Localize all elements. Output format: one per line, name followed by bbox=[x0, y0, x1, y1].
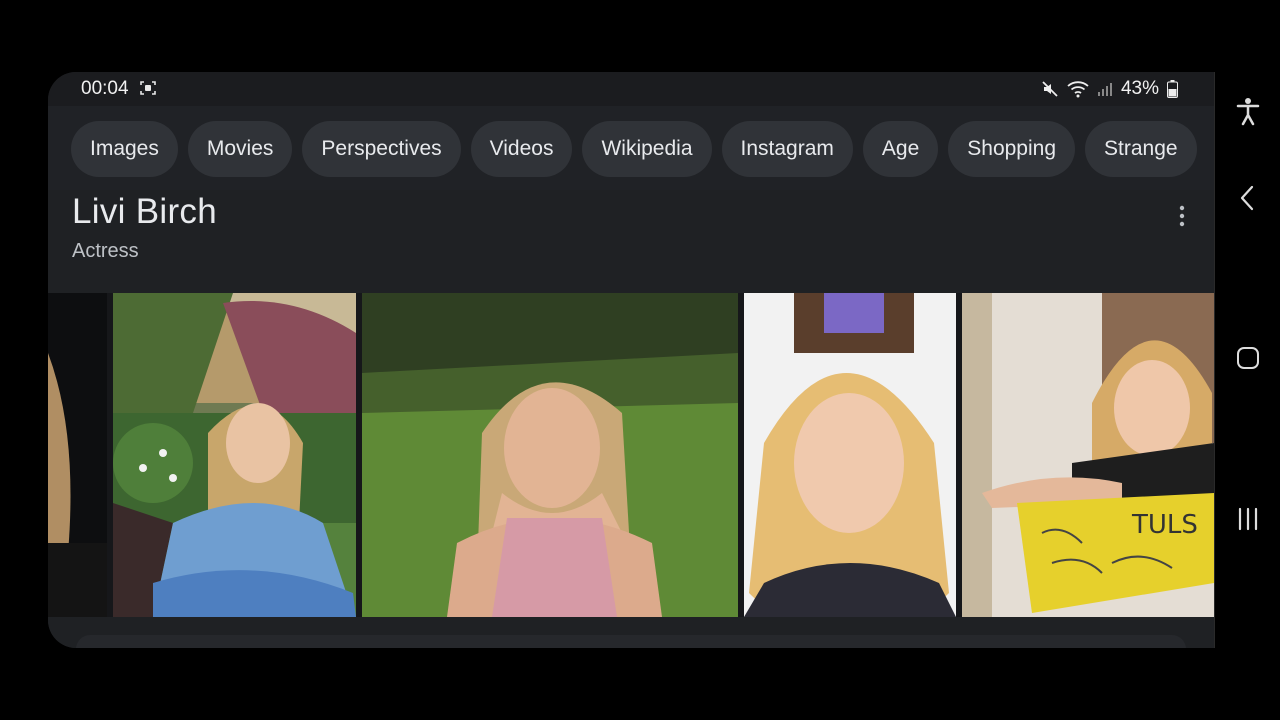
next-card bbox=[76, 635, 1186, 648]
bottom-area bbox=[48, 617, 1214, 648]
status-bar: 00:04 43% bbox=[48, 72, 1214, 106]
image-carousel: TULS bbox=[48, 293, 1214, 617]
chip-age[interactable]: Age bbox=[862, 121, 939, 177]
chip-shopping[interactable]: Shopping bbox=[948, 121, 1076, 177]
wifi-icon bbox=[1067, 80, 1089, 98]
image-tile-3[interactable] bbox=[744, 293, 956, 617]
chip-perspectives[interactable]: Perspectives bbox=[302, 121, 461, 177]
status-icons: 43% bbox=[1041, 78, 1178, 100]
back-icon[interactable] bbox=[1233, 183, 1263, 213]
chip-movies[interactable]: Movies bbox=[187, 121, 293, 177]
chip-videos[interactable]: Videos bbox=[470, 121, 573, 177]
home-icon[interactable] bbox=[1233, 343, 1263, 373]
image-tile-0[interactable] bbox=[48, 293, 107, 617]
phone-screen: 00:04 43% Images Movies Perspectives Vid… bbox=[48, 72, 1214, 648]
recents-icon[interactable] bbox=[1233, 504, 1263, 534]
system-nav-bar bbox=[1214, 72, 1280, 648]
chip-instagram[interactable]: Instagram bbox=[721, 121, 853, 177]
image-tile-1[interactable] bbox=[113, 293, 356, 617]
entity-subtitle: Actress bbox=[72, 240, 139, 262]
chip-images[interactable]: Images bbox=[71, 121, 178, 177]
chip-strange[interactable]: Strange bbox=[1085, 121, 1197, 177]
entity-title: Livi Birch bbox=[72, 192, 217, 231]
battery-icon bbox=[1167, 80, 1178, 98]
mute-icon bbox=[1041, 80, 1059, 98]
status-time: 00:04 bbox=[81, 78, 129, 99]
accessibility-icon[interactable] bbox=[1233, 96, 1263, 126]
chip-wikipedia[interactable]: Wikipedia bbox=[582, 121, 712, 177]
image-tile-4[interactable]: TULS bbox=[962, 293, 1214, 617]
battery-percent: 43% bbox=[1120, 78, 1159, 99]
knowledge-panel-header: Livi Birch Actress bbox=[48, 190, 1214, 293]
filter-chips-bar: Images Movies Perspectives Videos Wikipe… bbox=[48, 106, 1214, 190]
svg-text:TULS: TULS bbox=[1131, 510, 1198, 540]
screen-record-icon bbox=[140, 80, 156, 96]
more-vert-icon[interactable] bbox=[1178, 204, 1186, 228]
image-tile-2[interactable] bbox=[362, 293, 738, 617]
signal-icon bbox=[1097, 81, 1113, 97]
